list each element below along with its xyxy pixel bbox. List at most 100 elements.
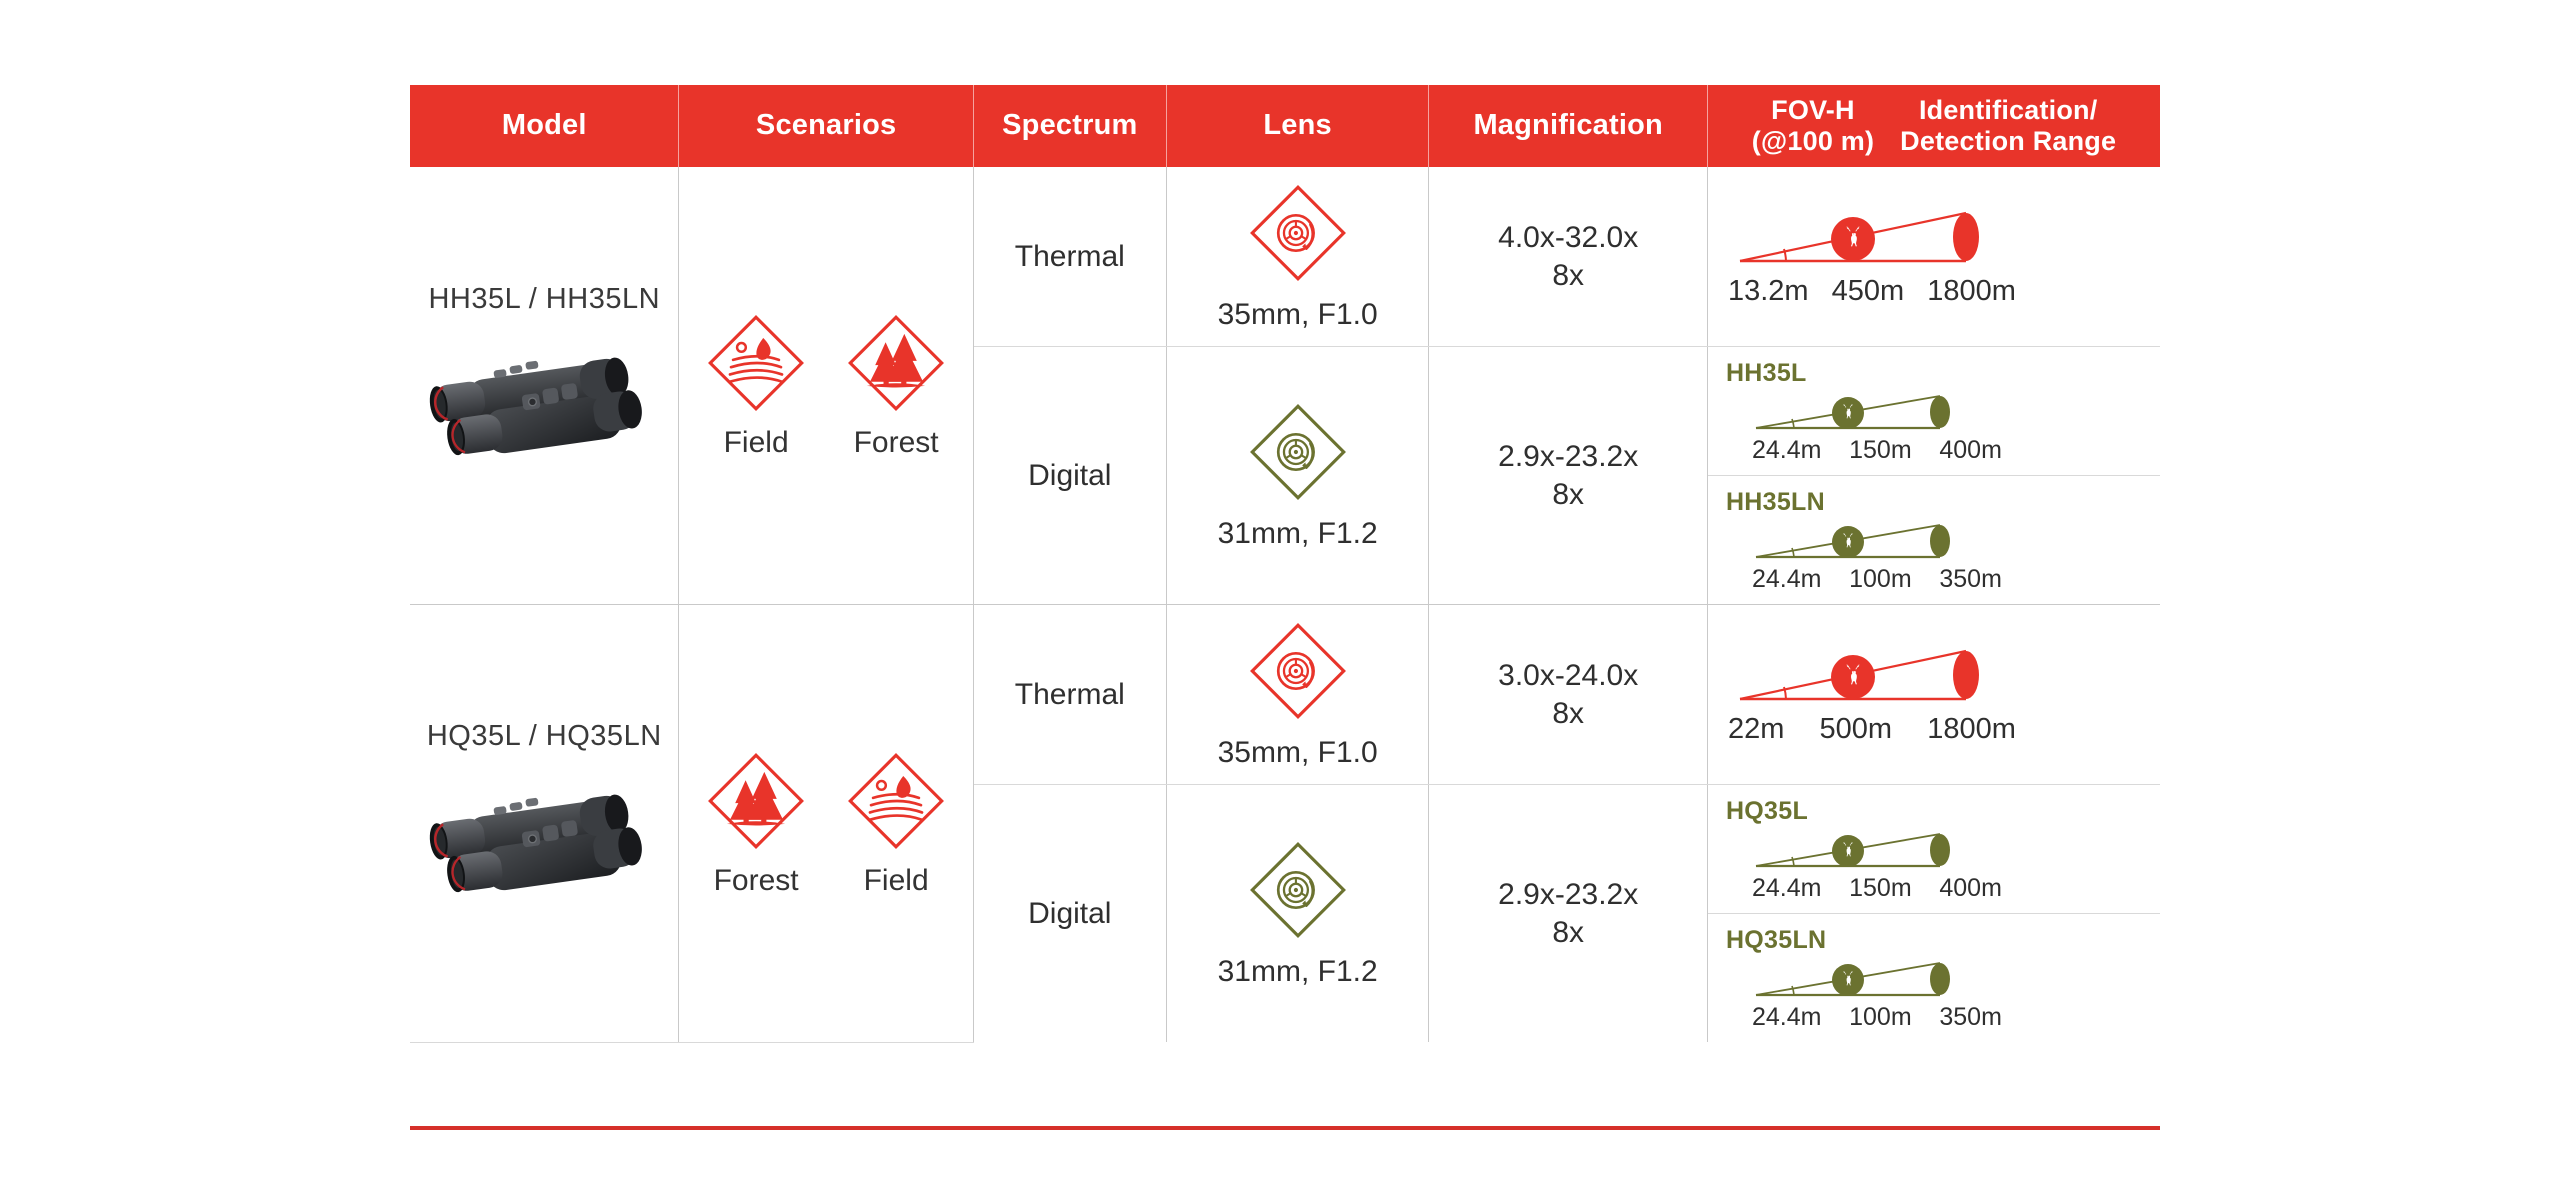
model-name: HQ35L / HQ35LN	[426, 720, 662, 753]
scenario-label: Field	[723, 426, 789, 459]
forest-diamond-icon	[844, 311, 948, 422]
spectrum-label: Thermal	[1014, 239, 1125, 273]
lens-aperture-diamond-icon	[1246, 400, 1350, 511]
fov-cone-diagram	[1755, 962, 1950, 997]
field-diamond-icon	[844, 749, 948, 860]
magnification-digital: 8x	[1552, 258, 1585, 292]
scenario-label: Forest	[853, 426, 939, 459]
fov-model-label: HQ35L	[1725, 797, 1809, 825]
lens-label: 31mm, F1.2	[1217, 517, 1378, 550]
scenario-item-field: Field	[835, 749, 957, 898]
fov-cell-thermal: 22m 500m 1800m	[1707, 604, 2160, 785]
diamond-frame-icon	[848, 752, 945, 849]
fov-range-block: HH35LN 24.4m 100m 350m	[1708, 476, 2160, 604]
fov-value: 24.4m	[1751, 874, 1822, 902]
detection-range-value: 1800m	[1927, 713, 2016, 745]
range-header-line1: Identification/	[1918, 94, 2098, 125]
fov-range-block: HH35L 24.4m 150m 400m	[1707, 347, 2160, 476]
lens-aperture-diamond-icon	[1246, 181, 1350, 292]
fov-header-line1: FOV-H	[1771, 94, 1855, 125]
diamond-frame-icon	[1249, 623, 1346, 719]
fov-cell-thermal: 13.2m 450m 1800m	[1707, 167, 2160, 347]
column-header-model: Model	[410, 85, 680, 167]
fov-value: 13.2m	[1727, 275, 1809, 307]
table-header: Model Scenarios Spectrum Lens Magnificat…	[410, 85, 2160, 167]
table-body: HH35L / HH35LN Field Forest Thermal 35mm…	[410, 167, 2160, 1043]
column-header-spectrum: Spectrum	[973, 85, 1167, 167]
binoculars-product-image	[430, 357, 643, 455]
detection-range-value: 400m	[1939, 436, 2002, 464]
lens-cell-digital: 31mm, F1.2	[1166, 784, 1430, 1042]
fov-cone-diagram	[1755, 524, 1950, 559]
column-header-lens: Lens	[1166, 85, 1430, 167]
fov-value: 24.4m	[1751, 436, 1822, 464]
diamond-frame-icon	[1249, 842, 1346, 938]
identification-range-value: 100m	[1849, 1003, 1912, 1031]
lens-label: 31mm, F1.2	[1217, 955, 1378, 988]
identification-range-value: 500m	[1819, 713, 1893, 745]
spectrum-cell-digital: Digital	[973, 346, 1167, 605]
detection-range-value: 350m	[1939, 1003, 2002, 1031]
magnification-range: 2.9x-23.2x	[1498, 440, 1639, 473]
model-cell: HQ35L / HQ35LN	[410, 604, 680, 1043]
fov-range-block: 13.2m 450m 1800m	[1708, 195, 2160, 318]
scenarios-cell: Forest Field	[678, 604, 974, 1043]
column-header-magnification: Magnification	[1428, 85, 1708, 167]
lens-aperture-diamond-icon	[1246, 619, 1350, 730]
scenario-label: Forest	[713, 863, 799, 897]
lens-label: 35mm, F1.0	[1217, 736, 1378, 769]
magnification-digital: 8x	[1552, 915, 1585, 949]
product-spec-table: Model Scenarios Spectrum Lens Magnificat…	[410, 85, 2160, 1043]
spec-comparison-page: Model Scenarios Spectrum Lens Magnificat…	[0, 0, 2560, 1200]
fov-cone-diagram	[1739, 211, 1979, 263]
lens-cell-thermal: 35mm, F1.0	[1166, 167, 1430, 347]
detection-range-value: 1800m	[1927, 275, 2016, 307]
fov-model-label: HQ35LN	[1725, 926, 1827, 954]
fov-range-block: 22m 500m 1800m	[1708, 633, 2160, 756]
fov-cell-digital: HQ35L 24.4m 150m 400m HQ35LN 24.4m 100m …	[1707, 784, 2160, 1042]
fov-value: 24.4m	[1751, 1003, 1822, 1031]
column-header-scenarios: Scenarios	[678, 85, 974, 167]
diamond-frame-icon	[1249, 404, 1346, 500]
magnification-range: 2.9x-23.2x	[1498, 878, 1639, 911]
fov-model-label: HH35L	[1725, 359, 1807, 387]
lens-aperture-diamond-icon	[1246, 838, 1350, 949]
fov-value: 22m	[1727, 713, 1785, 745]
fov-value: 24.4m	[1751, 565, 1822, 593]
scenario-item-forest: Forest	[835, 311, 957, 460]
table-bottom-rule	[410, 1126, 2160, 1130]
model-name: HH35L / HH35LN	[428, 282, 661, 315]
spectrum-cell-thermal: Thermal	[973, 167, 1167, 347]
identification-range-value: 150m	[1849, 874, 1912, 902]
identification-range-value: 150m	[1849, 436, 1912, 464]
scenario-item-field: Field	[695, 311, 817, 460]
range-header-line2: Detection Range	[1900, 126, 2117, 156]
magnification-digital: 8x	[1552, 696, 1585, 730]
fov-header-line2: (@100 m)	[1751, 126, 1875, 156]
diamond-frame-icon	[1249, 185, 1346, 281]
lens-label: 35mm, F1.0	[1217, 298, 1378, 331]
scenarios-cell: Field Forest	[678, 167, 974, 605]
lens-cell-thermal: 35mm, F1.0	[1166, 604, 1430, 785]
fov-cone-diagram	[1755, 395, 1950, 430]
fov-model-label: HH35LN	[1725, 488, 1825, 516]
magnification-cell-digital: 2.9x-23.2x 8x	[1428, 346, 1708, 605]
spectrum-cell-digital: Digital	[973, 784, 1167, 1042]
table-row: HH35L / HH35LN Field Forest Thermal 35mm…	[410, 167, 2160, 605]
fov-cell-digital: HH35L 24.4m 150m 400m HH35LN 24.4m 100m …	[1707, 346, 2160, 605]
magnification-range: 4.0x-32.0x	[1498, 221, 1639, 254]
lens-cell-digital: 31mm, F1.2	[1166, 346, 1430, 605]
magnification-cell-thermal: 3.0x-24.0x 8x	[1428, 604, 1708, 785]
spectrum-cell-thermal: Thermal	[973, 604, 1167, 785]
fov-cone-diagram	[1739, 649, 1979, 701]
diamond-frame-icon	[708, 315, 805, 411]
fov-range-block: HQ35L 24.4m 150m 400m	[1707, 785, 2160, 914]
binoculars-product-image	[430, 794, 643, 893]
column-header-fov-range: FOV-H (@100 m) Identification/ Detection…	[1707, 85, 2160, 167]
table-row: HQ35L / HQ35LN Forest Field Thermal 35mm…	[410, 604, 2160, 1043]
spectrum-label: Thermal	[1014, 677, 1125, 711]
detection-range-value: 350m	[1939, 565, 2002, 593]
identification-range-value: 450m	[1831, 275, 1905, 307]
field-diamond-icon	[704, 311, 808, 422]
fov-range-block: HQ35LN 24.4m 100m 350m	[1708, 914, 2160, 1042]
